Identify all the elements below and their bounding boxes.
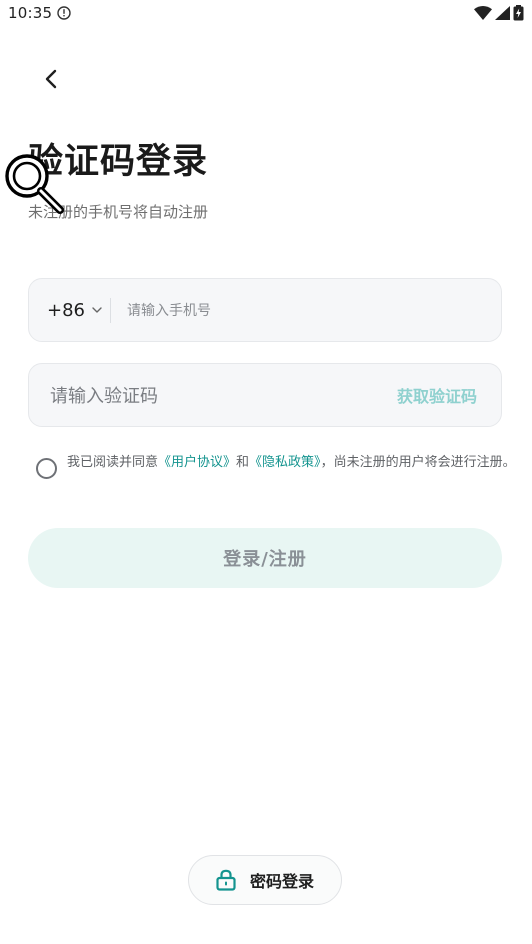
lock-icon [216, 869, 236, 891]
alert-circle-icon [57, 6, 71, 20]
verification-code-input[interactable] [48, 364, 372, 428]
field-divider [110, 298, 111, 323]
phone-field: +86 [28, 278, 502, 343]
status-icons [474, 5, 524, 21]
magnifier-cursor-icon [5, 154, 64, 214]
status-bar: 10:35 [0, 0, 532, 28]
country-code-selector[interactable]: +86 [47, 279, 102, 341]
battery-charging-icon [513, 5, 524, 21]
password-login-button[interactable]: 密码登录 [188, 855, 342, 905]
country-code-label: +86 [47, 299, 85, 321]
agreement-text: 我已阅读并同意《用户协议》和《隐私政策》，尚未注册的用户将会进行注册。 [67, 451, 532, 475]
chevron-left-icon [45, 69, 57, 89]
login-register-button[interactable]: 登录/注册 [28, 528, 502, 588]
phone-input[interactable] [125, 279, 489, 343]
code-field: 获取验证码 [28, 363, 502, 428]
user-agreement-link[interactable]: 《用户协议》 [158, 455, 236, 470]
agreement-row: 我已阅读并同意《用户协议》和《隐私政策》，尚未注册的用户将会进行注册。 [36, 451, 532, 501]
agreement-prefix: 我已阅读并同意 [67, 455, 159, 470]
cellular-signal-icon [495, 6, 510, 20]
agreement-checkbox[interactable] [36, 458, 57, 479]
wifi-icon [474, 6, 492, 20]
status-time: 10:35 [8, 4, 53, 22]
agreement-suffix: ，尚未注册的用户将会进行注册。 [320, 455, 516, 470]
agreement-conjunction: 和 [236, 455, 250, 470]
privacy-policy-link[interactable]: 《隐私政策》 [249, 455, 321, 470]
get-code-button[interactable]: 获取验证码 [397, 364, 477, 426]
password-login-label: 密码登录 [249, 872, 314, 891]
back-button[interactable] [34, 62, 68, 96]
chevron-down-icon [92, 306, 102, 313]
